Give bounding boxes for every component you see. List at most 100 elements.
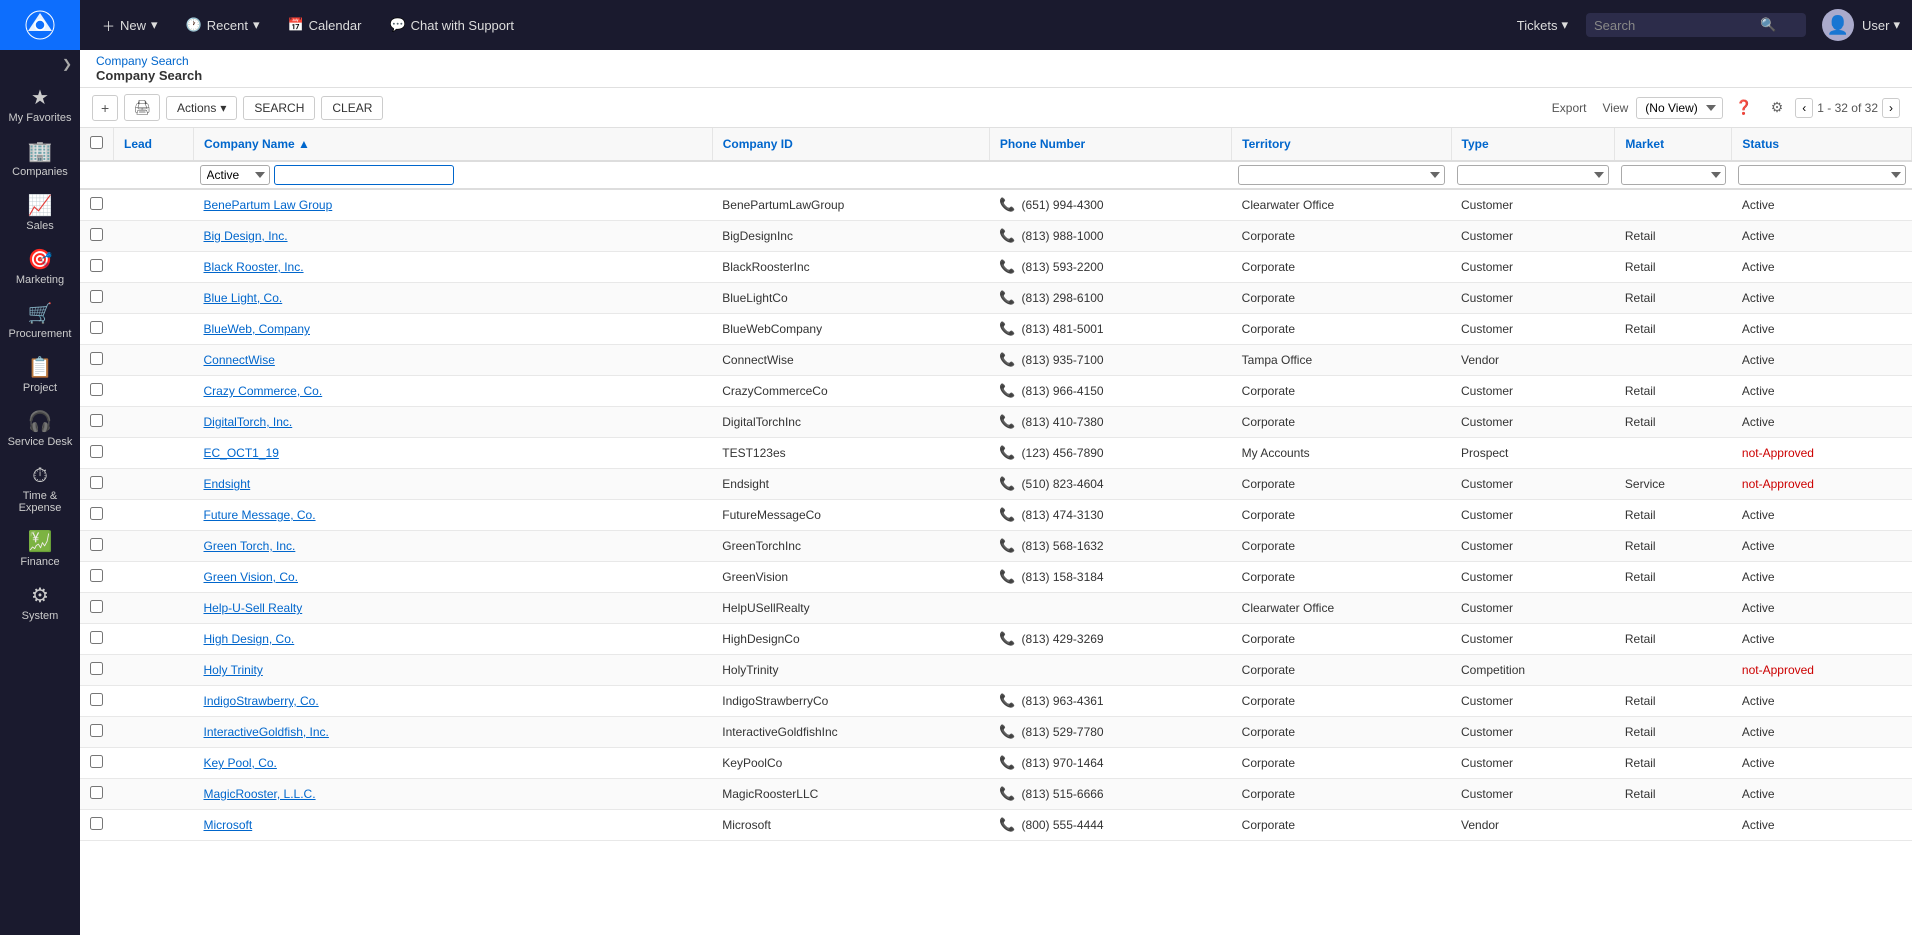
row-checkbox-cell[interactable] [80, 748, 114, 779]
actions-button[interactable]: Actions ▾ [166, 96, 237, 120]
sidebar-item-companies[interactable]: 🏢 Companies [0, 132, 80, 186]
print-button[interactable]: 🖨 [124, 94, 160, 121]
filter-name-cell[interactable]: Active Inactive All [194, 161, 713, 189]
row-company-name[interactable]: Black Rooster, Inc. [194, 252, 713, 283]
sidebar-item-finance[interactable]: 💹 Finance [0, 522, 80, 576]
col-phone[interactable]: Phone Number [989, 128, 1231, 161]
company-name-link[interactable]: Green Torch, Inc. [204, 539, 296, 553]
row-checkbox-cell[interactable] [80, 810, 114, 841]
row-checkbox[interactable] [90, 352, 103, 365]
sidebar-item-sales[interactable]: 📈 Sales [0, 186, 80, 240]
row-checkbox[interactable] [90, 724, 103, 737]
company-name-link[interactable]: MagicRooster, L.L.C. [204, 787, 316, 801]
company-name-link[interactable]: InteractiveGoldfish, Inc. [204, 725, 329, 739]
col-type[interactable]: Type [1451, 128, 1615, 161]
company-name-link[interactable]: Black Rooster, Inc. [204, 260, 304, 274]
calendar-button[interactable]: 📅 Calendar [277, 11, 371, 39]
row-checkbox[interactable] [90, 228, 103, 241]
sidebar-item-system[interactable]: ⚙ System [0, 576, 80, 630]
col-status[interactable]: Status [1732, 128, 1912, 161]
row-company-name[interactable]: Blue Light, Co. [194, 283, 713, 314]
row-checkbox[interactable] [90, 259, 103, 272]
row-checkbox-cell[interactable] [80, 531, 114, 562]
company-name-link[interactable]: Green Vision, Co. [204, 570, 299, 584]
row-checkbox-cell[interactable] [80, 593, 114, 624]
app-logo[interactable] [0, 0, 80, 50]
sidebar-item-favorites[interactable]: ★ My Favorites [0, 78, 80, 132]
prev-page-button[interactable]: ‹ [1795, 98, 1813, 118]
row-checkbox-cell[interactable] [80, 221, 114, 252]
company-name-link[interactable]: Help-U-Sell Realty [204, 601, 303, 615]
company-name-link[interactable]: Key Pool, Co. [204, 756, 277, 770]
tickets-button[interactable]: Tickets ▾ [1507, 11, 1578, 39]
row-checkbox-cell[interactable] [80, 376, 114, 407]
row-checkbox[interactable] [90, 786, 103, 799]
row-company-name[interactable]: Help-U-Sell Realty [194, 593, 713, 624]
filter-territory-select[interactable] [1238, 165, 1445, 185]
user-menu-button[interactable]: User ▾ [1862, 17, 1900, 33]
row-company-name[interactable]: BlueWeb, Company [194, 314, 713, 345]
company-name-link[interactable]: Crazy Commerce, Co. [204, 384, 323, 398]
sidebar-item-service-desk[interactable]: 🎧 Service Desk [0, 402, 80, 456]
col-company-name[interactable]: Company Name ▲ [194, 128, 713, 161]
sidebar-item-time-expense[interactable]: ⏱ Time & Expense [0, 456, 80, 522]
row-checkbox-cell[interactable] [80, 189, 114, 221]
row-checkbox-cell[interactable] [80, 407, 114, 438]
row-checkbox-cell[interactable] [80, 500, 114, 531]
sidebar-item-marketing[interactable]: 🎯 Marketing [0, 240, 80, 294]
company-name-link[interactable]: ConnectWise [204, 353, 275, 367]
row-company-name[interactable]: BenePartum Law Group [194, 189, 713, 221]
filter-type-cell[interactable] [1451, 161, 1615, 189]
col-lead[interactable]: Lead [114, 128, 194, 161]
row-company-name[interactable]: Key Pool, Co. [194, 748, 713, 779]
row-checkbox[interactable] [90, 693, 103, 706]
row-checkbox-cell[interactable] [80, 345, 114, 376]
row-company-name[interactable]: Green Torch, Inc. [194, 531, 713, 562]
row-checkbox[interactable] [90, 383, 103, 396]
company-name-link[interactable]: IndigoStrawberry, Co. [204, 694, 319, 708]
company-name-link[interactable]: Endsight [204, 477, 251, 491]
filter-market-select[interactable] [1621, 165, 1726, 185]
filter-active-select[interactable]: Active Inactive All [200, 165, 270, 185]
row-company-name[interactable]: InteractiveGoldfish, Inc. [194, 717, 713, 748]
row-checkbox[interactable] [90, 414, 103, 427]
row-checkbox-cell[interactable] [80, 283, 114, 314]
export-button[interactable]: Export [1542, 97, 1597, 119]
company-name-link[interactable]: Big Design, Inc. [204, 229, 288, 243]
row-checkbox-cell[interactable] [80, 438, 114, 469]
row-company-name[interactable]: ConnectWise [194, 345, 713, 376]
row-company-name[interactable]: High Design, Co. [194, 624, 713, 655]
company-name-link[interactable]: Holy Trinity [204, 663, 263, 677]
company-name-link[interactable]: BlueWeb, Company [204, 322, 311, 336]
company-name-link[interactable]: Blue Light, Co. [204, 291, 283, 305]
search-input[interactable] [1594, 18, 1754, 33]
row-company-name[interactable]: DigitalTorch, Inc. [194, 407, 713, 438]
next-page-button[interactable]: › [1882, 98, 1900, 118]
company-name-link[interactable]: Future Message, Co. [204, 508, 316, 522]
add-button[interactable]: + [92, 95, 118, 121]
row-checkbox[interactable] [90, 600, 103, 613]
recent-button[interactable]: 🕐 Recent ▾ [176, 11, 270, 39]
filter-type-select[interactable] [1457, 165, 1609, 185]
chat-support-button[interactable]: 💬 Chat with Support [379, 11, 524, 39]
row-checkbox[interactable] [90, 538, 103, 551]
row-checkbox[interactable] [90, 662, 103, 675]
clear-button[interactable]: CLEAR [321, 96, 383, 120]
row-checkbox[interactable] [90, 445, 103, 458]
company-name-link[interactable]: BenePartum Law Group [204, 198, 333, 212]
filter-status-select[interactable] [1738, 165, 1906, 185]
row-checkbox[interactable] [90, 817, 103, 830]
help-icon[interactable]: ❓ [1729, 95, 1758, 120]
row-checkbox-cell[interactable] [80, 779, 114, 810]
row-checkbox[interactable] [90, 631, 103, 644]
row-checkbox-cell[interactable] [80, 624, 114, 655]
filter-market-cell[interactable] [1615, 161, 1732, 189]
row-checkbox[interactable] [90, 197, 103, 210]
settings-icon[interactable]: ⚙ [1765, 95, 1790, 120]
select-all-checkbox[interactable] [90, 136, 103, 149]
row-checkbox-cell[interactable] [80, 717, 114, 748]
row-checkbox[interactable] [90, 476, 103, 489]
search-box[interactable]: 🔍 [1586, 13, 1806, 37]
company-name-link[interactable]: Microsoft [204, 818, 253, 832]
col-market[interactable]: Market [1615, 128, 1732, 161]
